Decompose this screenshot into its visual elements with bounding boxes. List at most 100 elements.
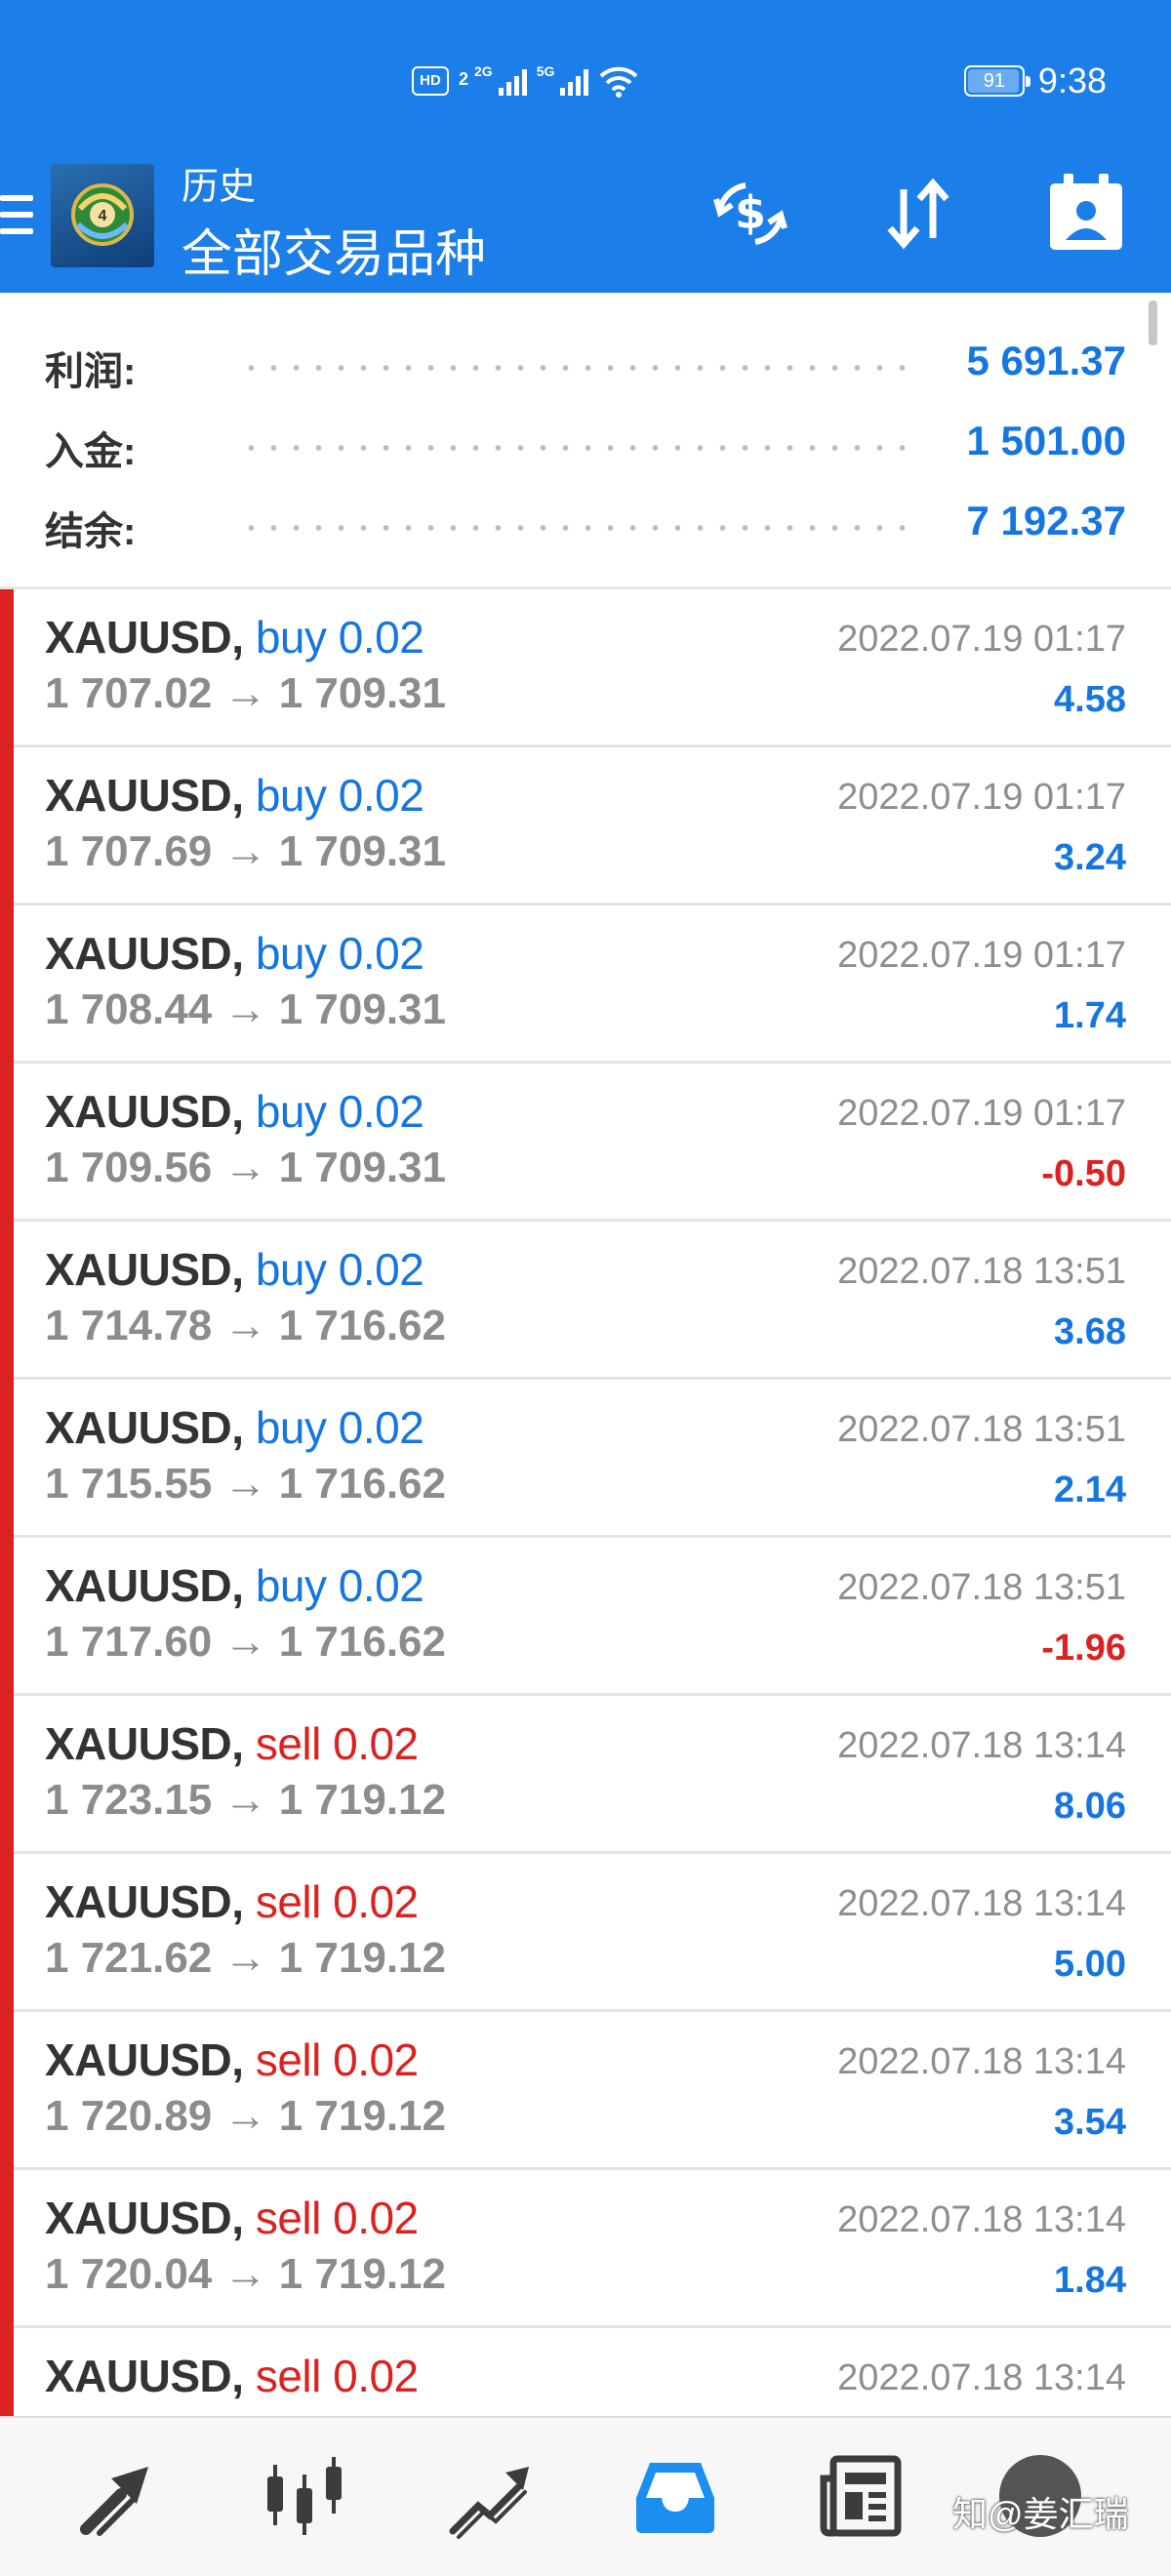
deal-row[interactable]: XAUUSD, buy 0.02 1 707.69 → 1 709.31 2022.… xyxy=(0,747,1171,906)
currency-exchange-button[interactable]: $ xyxy=(707,170,794,258)
deal-profit: 2.14 xyxy=(1054,1469,1126,1510)
deal-row[interactable]: XAUUSD, buy 0.02 1 714.78 → 1 716.62 2022.… xyxy=(0,1222,1171,1380)
page-title: 历史 xyxy=(182,167,257,208)
deal-symbol: XAUUSD, sell 0.02 xyxy=(45,2350,419,2402)
profit-label: 利润: xyxy=(45,350,137,393)
deal-row[interactable]: XAUUSD, sell 0.02 1 720.89 → 1 719.12 2022… xyxy=(0,2012,1171,2170)
summary-deposit-row: 入金: 1 501.00 xyxy=(0,412,1171,473)
deal-type: sell 0.02 xyxy=(255,1718,419,1769)
deal-marker xyxy=(0,2170,14,2328)
deal-row[interactable]: XAUUSD, buy 0.02 1 717.60 → 1 716.62 2022.… xyxy=(0,1538,1171,1696)
history-summary: 利润: 5 691.37 入金: 1 501.00 结余: 7 192.37 xyxy=(0,293,1171,589)
deal-marker xyxy=(0,747,14,906)
balance-label: 结余: xyxy=(45,510,137,553)
deal-marker xyxy=(0,1696,14,1854)
deal-symbol-name: XAUUSD, xyxy=(45,1244,244,1295)
signal-strength-icon-2 xyxy=(560,66,589,96)
dotted-leader xyxy=(240,445,908,451)
nav-trade[interactable] xyxy=(441,2447,539,2545)
deal-marker xyxy=(0,2328,14,2416)
deal-time: 2022.07.18 13:51 xyxy=(837,1409,1126,1450)
calendar-person-icon xyxy=(1050,174,1122,250)
deal-row[interactable]: XAUUSD, buy 0.02 1 708.44 → 1 709.31 2022.… xyxy=(0,906,1171,1064)
deal-symbol-name: XAUUSD, xyxy=(45,2351,244,2401)
deal-prices: 1 714.78 → 1 716.62 xyxy=(45,1302,446,1349)
quotes-arrows-icon xyxy=(80,2467,148,2536)
deal-row[interactable]: XAUUSD, buy 0.02 1 707.02 → 1 709.31 2022.… xyxy=(0,589,1171,747)
deal-prices: 1 720.04 → 1 719.12 xyxy=(45,2250,446,2298)
deal-prices: 1 715.55 → 1 716.62 xyxy=(45,1460,446,1508)
signal-strength-icon xyxy=(498,66,527,96)
deal-symbol-name: XAUUSD, xyxy=(45,1876,244,1927)
sort-icon xyxy=(887,178,949,250)
currency-exchange-icon: $ xyxy=(713,182,787,245)
deal-symbol: XAUUSD, sell 0.02 xyxy=(45,1717,419,1770)
nav-history[interactable] xyxy=(626,2447,724,2545)
deal-profit: 3.68 xyxy=(1054,1311,1126,1352)
hamburger-icon[interactable] xyxy=(0,195,33,244)
calendar-button[interactable] xyxy=(1042,170,1130,258)
deal-row[interactable]: XAUUSD, sell 0.02 1 720.04 → 1 719.12 2022… xyxy=(0,2170,1171,2328)
network-5g-label: 5G xyxy=(536,63,555,79)
deal-symbol-name: XAUUSD, xyxy=(45,2193,244,2243)
deal-marker xyxy=(0,1380,14,1538)
deal-prices: 1 709.56 → 1 709.31 xyxy=(45,1144,446,1191)
deal-marker xyxy=(0,1538,14,1696)
deal-time: 2022.07.19 01:17 xyxy=(837,1093,1126,1134)
deal-type: buy 0.02 xyxy=(255,1402,424,1453)
deal-marker xyxy=(0,589,14,747)
deposit-value: 1 501.00 xyxy=(966,418,1127,463)
deal-profit: -1.96 xyxy=(1041,1628,1126,1669)
deal-symbol: XAUUSD, buy 0.02 xyxy=(45,1085,424,1138)
metatrader-logo: 4 xyxy=(51,164,154,267)
deal-time: 2022.07.18 13:14 xyxy=(837,2357,1126,2398)
deal-profit: 5.00 xyxy=(1054,1944,1126,1985)
deal-prices: 1 720.89 → 1 719.12 xyxy=(45,2092,446,2140)
nav-chart[interactable] xyxy=(256,2447,353,2545)
deal-time: 2022.07.18 13:14 xyxy=(837,1725,1126,1766)
nav-news[interactable] xyxy=(812,2447,909,2545)
sim-label: 2 xyxy=(459,68,469,89)
deal-prices: 1 723.15 → 1 719.12 xyxy=(45,1776,446,1824)
deal-prices: 1 708.44 → 1 709.31 xyxy=(45,986,446,1033)
balance-value: 7 192.37 xyxy=(966,498,1127,543)
symbol-filter[interactable]: 全部交易品种 xyxy=(182,213,486,286)
profit-value: 5 691.37 xyxy=(966,338,1127,383)
deal-symbol: XAUUSD, buy 0.02 xyxy=(45,927,424,980)
deal-symbol-name: XAUUSD, xyxy=(45,2034,244,2085)
deal-symbol-name: XAUUSD, xyxy=(45,770,244,821)
sort-button[interactable] xyxy=(874,170,962,258)
deal-symbol-name: XAUUSD, xyxy=(45,1718,244,1769)
deal-type: buy 0.02 xyxy=(255,612,424,663)
candlestick-icon xyxy=(267,2457,342,2535)
dotted-leader xyxy=(240,525,908,531)
deal-row[interactable]: XAUUSD, sell 0.02 1 721.62 → 1 719.12 2022… xyxy=(0,1854,1171,2012)
deal-symbol-name: XAUUSD, xyxy=(45,1086,244,1137)
deal-type: sell 0.02 xyxy=(255,1876,419,1927)
nav-quotes[interactable] xyxy=(70,2447,168,2545)
deal-row[interactable]: XAUUSD, sell 0.02 2022.07.18 13:14 xyxy=(0,2328,1171,2416)
deal-type: buy 0.02 xyxy=(255,1086,424,1137)
deal-row[interactable]: XAUUSD, buy 0.02 1 715.55 → 1 716.62 2022.… xyxy=(0,1380,1171,1538)
status-icons: HD 2 2G 5G xyxy=(412,63,639,98)
network-2g-label: 2G xyxy=(474,63,493,79)
deal-prices: 1 717.60 → 1 716.62 xyxy=(45,1618,446,1666)
deal-symbol: XAUUSD, buy 0.02 xyxy=(45,1559,424,1612)
deal-row[interactable]: XAUUSD, buy 0.02 1 709.56 → 1 709.31 2022.… xyxy=(0,1064,1171,1222)
deal-prices: 1 707.69 → 1 709.31 xyxy=(45,827,446,875)
deal-symbol: XAUUSD, sell 0.02 xyxy=(45,2033,419,2086)
summary-profit-row: 利润: 5 691.37 xyxy=(0,332,1171,393)
deal-row[interactable]: XAUUSD, sell 0.02 1 723.15 → 1 719.12 2022… xyxy=(0,1696,1171,1854)
deal-profit: 1.84 xyxy=(1054,2260,1126,2301)
scrollbar[interactable] xyxy=(1149,301,1157,345)
deal-profit: 8.06 xyxy=(1054,1786,1126,1827)
deal-time: 2022.07.19 01:17 xyxy=(837,777,1126,818)
deals-list[interactable]: XAUUSD, buy 0.02 1 707.02 → 1 709.31 2022.… xyxy=(0,589,1171,2416)
app-header: HD 2 2G 5G 91 9:38 4 历史 全部交易品种 $ xyxy=(0,0,1171,293)
deal-type: sell 0.02 xyxy=(255,2193,419,2243)
clock: 9:38 xyxy=(1037,60,1107,101)
deal-time: 2022.07.19 01:17 xyxy=(837,619,1126,660)
status-right: 91 9:38 xyxy=(963,60,1107,101)
deal-profit: 3.24 xyxy=(1054,837,1126,878)
deal-time: 2022.07.18 13:51 xyxy=(837,1567,1126,1608)
